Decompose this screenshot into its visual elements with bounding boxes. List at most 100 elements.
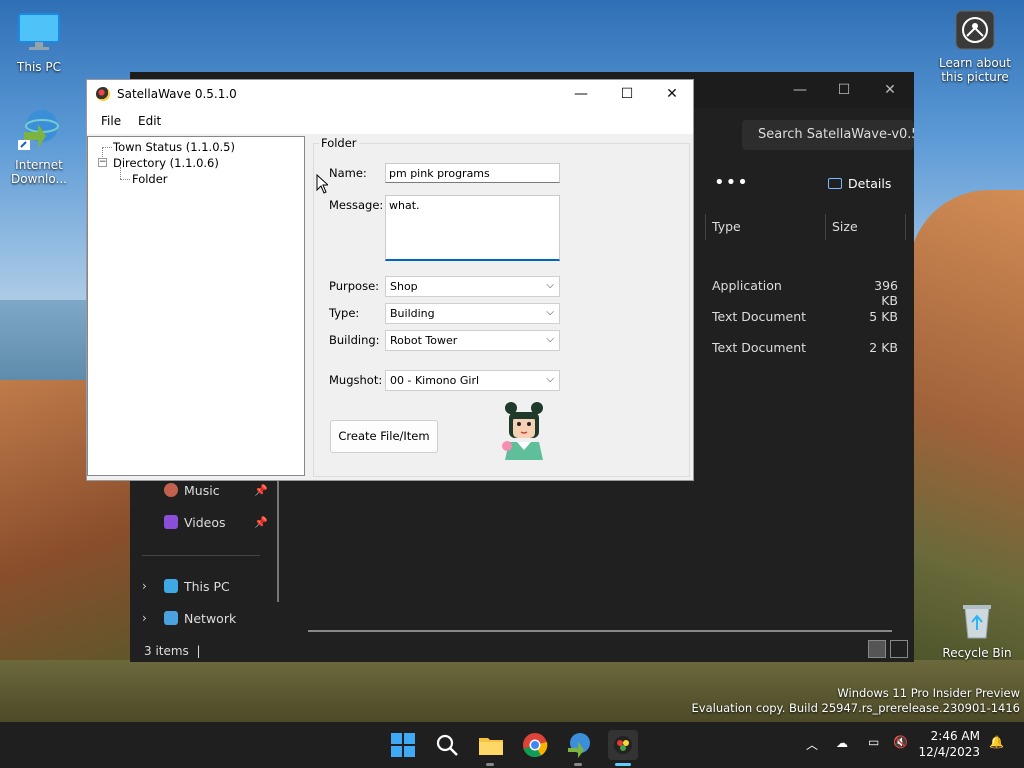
search-icon <box>436 734 458 756</box>
system-clock[interactable]: 2:46 AM 12/4/2023 <box>918 728 980 760</box>
file-size-cell: 2 KB <box>869 340 898 355</box>
monitor-icon <box>3 10 75 57</box>
show-hidden-icons-button[interactable]: ︿ <box>806 736 818 753</box>
taskbar: ︿ ☁ ▭ 🔇 2:46 AM 12/4/2023 🔔 <box>0 722 1024 768</box>
windows-logo-icon <box>391 733 415 757</box>
column-separator[interactable] <box>705 214 706 240</box>
desktop-icon-label: Learn about this picture <box>939 56 1011 84</box>
tree-line <box>120 179 130 180</box>
desktop-icon-label: Recycle Bin <box>942 646 1012 660</box>
building-label: Building: <box>329 333 380 347</box>
desktop-icon-label: Internet Downlo... <box>11 158 67 186</box>
volume-muted-icon[interactable]: 🔇 <box>893 735 908 749</box>
column-header-type[interactable]: Type <box>712 214 741 240</box>
nav-item-network[interactable]: Network <box>164 611 236 626</box>
menu-bar: File Edit <box>87 108 693 134</box>
pin-icon[interactable]: 📌 <box>254 516 268 529</box>
start-button[interactable] <box>388 730 418 760</box>
chevron-right-icon[interactable]: › <box>142 611 147 625</box>
taskbar-file-explorer[interactable] <box>476 730 506 760</box>
close-button[interactable]: ✕ <box>868 78 912 102</box>
taskbar-satellawave[interactable] <box>608 730 638 760</box>
type-dropdown[interactable]: Building ⌵ <box>385 303 560 324</box>
mugshot-label: Mugshot: <box>329 373 383 387</box>
mugshot-dropdown[interactable]: 00 - Kimono Girl ⌵ <box>385 370 560 391</box>
name-label: Name: <box>329 166 367 180</box>
search-button[interactable] <box>432 730 462 760</box>
desktop-icon-label: This PC <box>17 60 61 74</box>
details-pane-button[interactable]: Details <box>828 176 891 191</box>
mugshot-value: 00 - Kimono Girl <box>390 374 480 387</box>
nav-label: Videos <box>184 515 226 530</box>
desktop-icon-learn-about-picture[interactable]: Learn about this picture <box>937 10 1013 84</box>
running-indicator <box>574 763 582 766</box>
purpose-value: Shop <box>390 280 418 293</box>
file-size-cell: 5 KB <box>869 309 898 324</box>
desktop-icon-this-pc[interactable]: This PC <box>3 10 75 74</box>
building-dropdown[interactable]: Robot Tower ⌵ <box>385 330 560 351</box>
nav-label: Network <box>184 611 237 626</box>
nav-item-this-pc[interactable]: This PC <box>164 579 230 594</box>
taskbar-chrome[interactable] <box>520 730 550 760</box>
close-button[interactable]: ✕ <box>649 80 695 108</box>
details-label: Details <box>848 176 892 191</box>
chevron-down-icon: ⌵ <box>546 307 554 318</box>
windows-watermark: Windows 11 Pro Insider Preview Evaluatio… <box>692 686 1020 716</box>
nav-item-videos[interactable]: Videos <box>164 515 226 530</box>
menu-file[interactable]: File <box>101 114 121 128</box>
type-label: Type: <box>329 306 360 320</box>
chevron-down-icon: ⌵ <box>546 374 554 385</box>
more-options-button[interactable]: ••• <box>714 172 749 193</box>
chevron-down-icon: ⌵ <box>546 334 554 345</box>
building-value: Robot Tower <box>390 334 458 347</box>
column-separator[interactable] <box>905 214 906 240</box>
column-separator[interactable] <box>825 214 826 240</box>
nav-label: This PC <box>184 579 230 594</box>
watermark-line-1: Windows 11 Pro Insider Preview <box>837 686 1020 700</box>
group-title: Folder <box>319 136 359 150</box>
tiles-view-button[interactable] <box>890 640 908 658</box>
network-status-icon[interactable]: ▭ <box>868 735 879 749</box>
onedrive-icon[interactable]: ☁ <box>836 736 848 750</box>
column-header-size[interactable]: Size <box>832 214 858 240</box>
chevron-right-icon[interactable]: › <box>142 579 147 593</box>
desktop-icon-internet-download[interactable]: Internet Downlo... <box>3 106 75 186</box>
tree-node-folder[interactable]: Folder <box>132 172 168 186</box>
message-label: Message: <box>329 198 384 212</box>
details-view-button[interactable] <box>868 640 886 658</box>
status-item-count: 3 items | <box>144 644 201 658</box>
tree-node-town-status[interactable]: Town Status (1.1.0.5) <box>113 140 235 154</box>
videos-icon <box>164 515 178 529</box>
explorer-search-box[interactable]: Search SatellaWave-v0.5. <box>742 120 914 150</box>
desktop-icon-recycle-bin[interactable]: Recycle Bin <box>939 600 1015 660</box>
create-file-item-button[interactable]: Create File/Item <box>330 420 438 453</box>
status-text: 3 items <box>144 644 189 658</box>
name-field[interactable]: pm pink programs <box>385 163 560 183</box>
maximize-button[interactable]: ☐ <box>822 78 866 102</box>
recycle-bin-icon <box>939 600 1015 643</box>
menu-edit[interactable]: Edit <box>138 114 161 128</box>
nav-divider <box>142 555 260 556</box>
chrome-icon <box>523 733 548 758</box>
minimize-button[interactable]: — <box>558 80 604 108</box>
minimize-button[interactable]: — <box>778 78 822 102</box>
horizontal-scrollbar[interactable] <box>308 630 892 632</box>
music-icon <box>164 483 178 497</box>
satellawave-titlebar[interactable]: SatellaWave 0.5.1.0 — ☐ ✕ <box>87 80 693 108</box>
notification-bell-icon[interactable]: 🔔 <box>989 735 1004 749</box>
tree-collapse-icon[interactable]: − <box>98 158 107 167</box>
purpose-dropdown[interactable]: Shop ⌵ <box>385 276 560 297</box>
item-tree-view[interactable]: Town Status (1.1.0.5) − Directory (1.1.0… <box>87 136 305 476</box>
clock-time: 2:46 AM <box>930 729 980 743</box>
chevron-down-icon: ⌵ <box>546 280 554 291</box>
maximize-button[interactable]: ☐ <box>604 80 650 108</box>
nav-item-music[interactable]: Music <box>164 483 220 498</box>
mugshot-preview-image <box>495 398 553 460</box>
network-icon <box>164 611 178 625</box>
tree-node-directory[interactable]: Directory (1.1.0.6) <box>113 156 219 170</box>
message-field[interactable]: what. <box>385 195 560 261</box>
taskbar-internet-download-manager[interactable] <box>564 730 594 760</box>
watermark-line-2: Evaluation copy. Build 25947.rs_prerelea… <box>691 701 1020 715</box>
this-pc-icon <box>164 579 178 593</box>
pin-icon[interactable]: 📌 <box>254 484 268 497</box>
